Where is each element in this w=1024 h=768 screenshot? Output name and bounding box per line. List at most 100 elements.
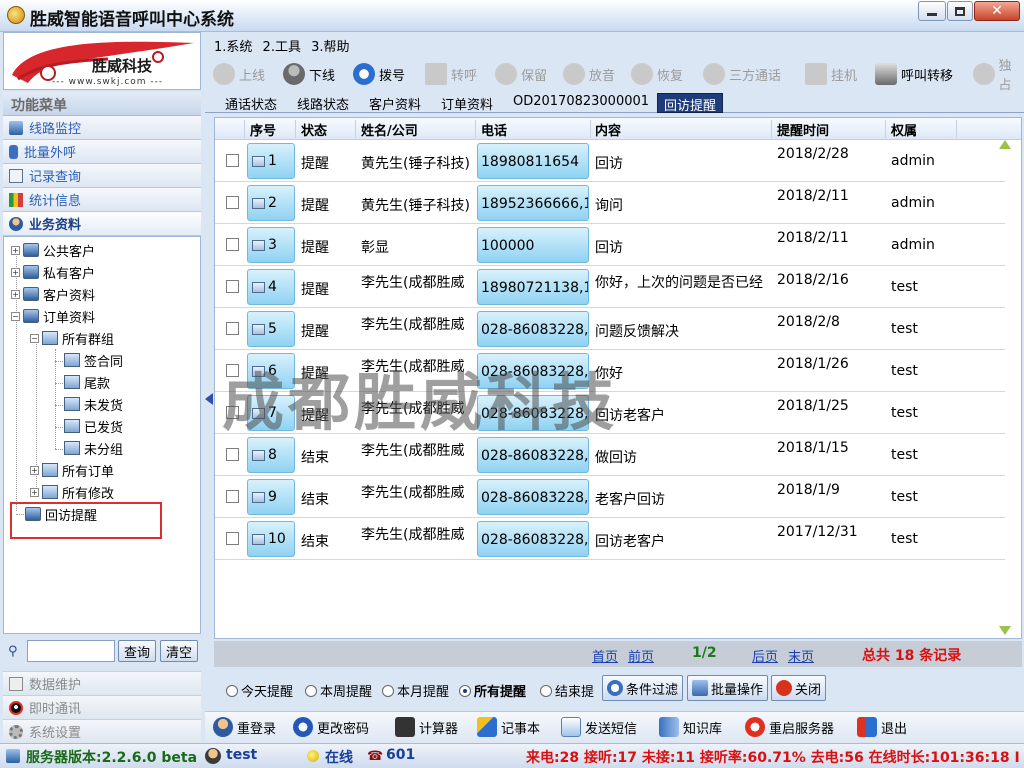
row-seq-cell[interactable]: 8	[247, 437, 295, 473]
table-row[interactable]: 9 结束 李先生(成都胜威 028-86083228,1 老客户回访 2018/1/9 te…	[215, 476, 1005, 518]
last-page-link[interactable]: 末页	[788, 646, 814, 665]
table-row[interactable]: 5 提醒 李先生(成都胜威 028-86083228,1 问题反馈解决 2018/2/8 t…	[215, 308, 1005, 350]
radio-this-month[interactable]: 本月提醒	[382, 681, 449, 700]
first-page-link[interactable]: 首页	[592, 646, 618, 665]
col-remind-time[interactable]: 提醒时间	[777, 120, 829, 139]
hold-button[interactable]: 保留	[495, 58, 547, 90]
col-content[interactable]: 内容	[595, 120, 621, 139]
tree-node-all-changes[interactable]: + 所有修改	[30, 482, 114, 502]
row-checkbox[interactable]	[226, 196, 239, 209]
table-row[interactable]: 3 提醒 彰显 100000 回访 2018/2/11 admin	[215, 224, 1005, 266]
three-way-call-button[interactable]: 三方通话	[703, 58, 781, 90]
nav-record-query[interactable]: 记录查询	[3, 164, 201, 188]
nav-data-maintenance[interactable]: 数据维护	[3, 671, 201, 695]
exclusive-button[interactable]: 独占	[973, 58, 1024, 93]
row-phone-cell[interactable]: 028-86083228,1	[477, 479, 589, 515]
tree-node-order-data[interactable]: − 订单资料	[11, 306, 95, 326]
search-input[interactable]	[27, 640, 115, 662]
menu-tools[interactable]: 2.工具	[263, 40, 301, 55]
batch-operation-button[interactable]: 批量操作	[687, 675, 769, 701]
row-phone-cell[interactable]: 100000	[477, 227, 589, 263]
table-row[interactable]: 4 提醒 李先生(成都胜威 18980721138,18 你好，上次的问题是否已经 201…	[215, 266, 1005, 308]
clear-button[interactable]: 清空	[160, 640, 198, 662]
col-status[interactable]: 状态	[301, 120, 327, 139]
close-button[interactable]: ✕	[974, 1, 1020, 21]
hangup-button[interactable]: 挂机	[805, 58, 857, 90]
row-checkbox[interactable]	[226, 322, 239, 335]
tree-node-public-customers[interactable]: + 公共客户	[11, 240, 95, 260]
row-seq-cell[interactable]: 10	[247, 521, 295, 557]
row-checkbox[interactable]	[226, 448, 239, 461]
close-panel-button[interactable]: 关闭	[771, 675, 827, 701]
restart-server-button[interactable]: 重启服务器	[745, 717, 834, 737]
collapse-panel-arrow-icon[interactable]	[205, 393, 213, 405]
tab-customer-data[interactable]: 客户资料	[363, 93, 427, 113]
table-row[interactable]: 10 结束 李先生(成都胜威 028-86083228,1 回访老客户 2017/12/3…	[215, 518, 1005, 560]
transfer-call-button[interactable]: 转呼	[425, 58, 477, 90]
tree-node-balance[interactable]: 尾款	[64, 372, 110, 392]
row-phone-cell[interactable]: 028-86083228,1	[477, 521, 589, 557]
calculator-button[interactable]: 计算器	[395, 717, 458, 737]
tree-node-all-groups[interactable]: − 所有群组	[30, 328, 114, 348]
nav-instant-message[interactable]: 即时通讯	[3, 695, 201, 719]
scroll-down-arrow-icon[interactable]	[999, 626, 1011, 635]
col-phone[interactable]: 电话	[481, 120, 507, 139]
row-seq-cell[interactable]: 1	[247, 143, 295, 179]
tree-node-not-shipped[interactable]: 未发货	[64, 394, 123, 414]
condition-filter-button[interactable]: 条件过滤	[602, 675, 684, 701]
row-phone-cell[interactable]: 18952366666,18	[477, 185, 589, 221]
radio-today[interactable]: 今天提醒	[226, 681, 293, 700]
tab-order-data[interactable]: 订单资料	[435, 93, 499, 113]
offline-button[interactable]: 下线	[283, 58, 335, 90]
prev-page-link[interactable]: 前页	[628, 646, 654, 665]
play-audio-button[interactable]: 放音	[563, 58, 615, 90]
resume-button[interactable]: 恢复	[631, 58, 683, 90]
dial-button[interactable]: 拨号	[353, 58, 405, 90]
menu-system[interactable]: 1.系统	[214, 40, 252, 55]
scroll-up-arrow-icon[interactable]	[999, 140, 1011, 149]
nav-line-monitor[interactable]: 线路监控	[3, 116, 201, 140]
table-row[interactable]: 2 提醒 黄先生(锤子科技) 18952366666,18 询问 2018/2/11 adm…	[215, 182, 1005, 224]
tab-follow-up-reminder[interactable]: 回访提醒	[657, 93, 724, 114]
row-phone-cell[interactable]: 18980811654	[477, 143, 589, 179]
tree-node-shipped[interactable]: 已发货	[64, 416, 123, 436]
row-checkbox[interactable]	[226, 154, 239, 167]
next-page-link[interactable]: 后页	[752, 646, 778, 665]
menu-help[interactable]: 3.帮助	[311, 40, 349, 55]
row-seq-cell[interactable]: 2	[247, 185, 295, 221]
knowledge-base-button[interactable]: 知识库	[659, 717, 722, 737]
row-seq-cell[interactable]: 5	[247, 311, 295, 347]
radio-all[interactable]: 所有提醒	[459, 681, 526, 700]
row-seq-cell[interactable]: 3	[247, 227, 295, 263]
tree-node-ungrouped[interactable]: 未分组	[64, 438, 123, 458]
send-sms-button[interactable]: 发送短信	[561, 717, 637, 737]
online-button[interactable]: 上线	[213, 58, 265, 90]
col-name[interactable]: 姓名/公司	[361, 120, 418, 139]
row-checkbox[interactable]	[226, 490, 239, 503]
row-phone-cell[interactable]: 028-86083228,1	[477, 437, 589, 473]
nav-batch-call[interactable]: 批量外呼	[3, 140, 201, 164]
tree-node-signed[interactable]: 签合同	[64, 350, 123, 370]
row-checkbox[interactable]	[226, 532, 239, 545]
col-seq[interactable]: 序号	[250, 120, 276, 139]
col-owner[interactable]: 权属	[891, 120, 917, 139]
query-button[interactable]: 查询	[118, 640, 156, 662]
tab-order-detail[interactable]: OD20170823000001	[507, 93, 655, 113]
row-checkbox[interactable]	[226, 238, 239, 251]
nav-business-data[interactable]: 业务资料	[3, 212, 201, 236]
exit-button[interactable]: 退出	[857, 717, 907, 737]
radio-this-week[interactable]: 本周提醒	[305, 681, 372, 700]
call-forward-button[interactable]: 呼叫转移	[875, 58, 953, 90]
table-row[interactable]: 1 提醒 黄先生(锤子科技) 18980811654 回访 2018/2/28 admin	[215, 140, 1005, 182]
radio-ended[interactable]: 结束提	[540, 681, 594, 700]
minimize-button[interactable]	[918, 1, 946, 21]
nav-statistics[interactable]: 统计信息	[3, 188, 201, 212]
row-phone-cell[interactable]: 028-86083228,1	[477, 311, 589, 347]
tree-node-all-orders[interactable]: + 所有订单	[30, 460, 114, 480]
change-password-button[interactable]: 更改密码	[293, 717, 369, 737]
relogin-button[interactable]: 重登录	[213, 717, 276, 737]
notepad-button[interactable]: 记事本	[477, 717, 540, 737]
row-checkbox[interactable]	[226, 280, 239, 293]
row-seq-cell[interactable]: 9	[247, 479, 295, 515]
tree-node-private-customers[interactable]: + 私有客户	[11, 262, 95, 282]
